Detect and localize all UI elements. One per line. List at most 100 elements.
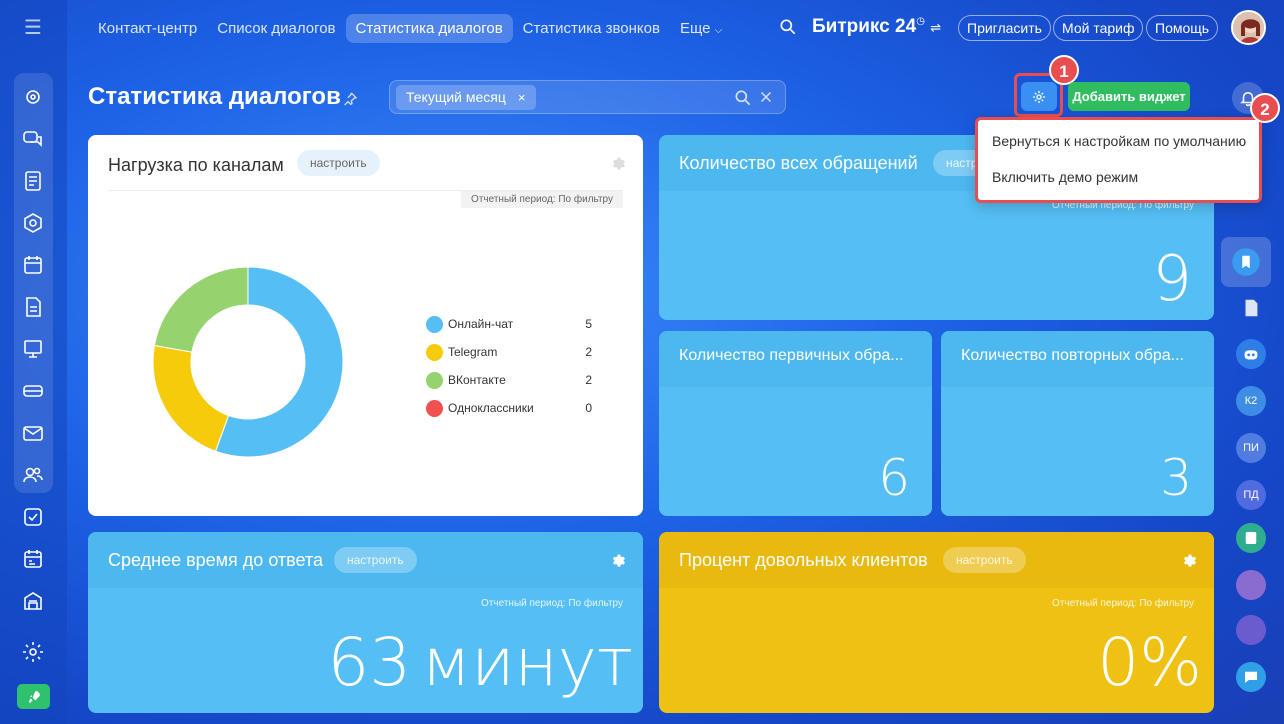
- document-icon[interactable]: [1236, 293, 1266, 323]
- report-period: Отчетный период: По фильтру: [1052, 598, 1194, 609]
- first-requests-value: 6: [878, 449, 910, 507]
- hamburger-menu-icon[interactable]: ☰: [22, 17, 44, 39]
- tab-more[interactable]: Еще ⌵: [670, 14, 732, 43]
- bookmark-icon[interactable]: [1221, 237, 1271, 287]
- presentation-icon[interactable]: [21, 337, 45, 361]
- user-avatar[interactable]: [1236, 570, 1266, 600]
- configure-button[interactable]: настроить: [334, 547, 417, 573]
- add-widget-button[interactable]: Добавить виджет: [1068, 82, 1190, 111]
- legend-swatch: [426, 344, 443, 361]
- top-navigation: Контакт-центр Список диалогов Статистика…: [88, 12, 732, 44]
- user-k2-avatar[interactable]: К2: [1236, 386, 1266, 416]
- chat-bubble-icon[interactable]: [1236, 662, 1266, 692]
- tab-more-label: Еще: [679, 19, 711, 37]
- gear-icon[interactable]: [610, 552, 626, 568]
- chat-icon[interactable]: [21, 127, 45, 151]
- donut-slice-1[interactable]: [152, 344, 230, 452]
- gear-icon[interactable]: [1181, 552, 1197, 568]
- widget-title: Среднее время до ответа: [108, 550, 323, 570]
- schedule-icon[interactable]: [21, 547, 45, 571]
- help-button[interactable]: Помощь: [1146, 15, 1219, 41]
- tab-dialog-list[interactable]: Список диалогов: [207, 14, 345, 43]
- user-pi-avatar[interactable]: ПИ: [1236, 433, 1266, 463]
- widget-satisfied-clients: Процент довольных клиентов настроить Отч…: [659, 532, 1214, 713]
- legend-value: 5: [585, 317, 592, 331]
- invite-button[interactable]: Пригласить: [958, 15, 1051, 41]
- configure-button[interactable]: настроить: [297, 150, 380, 176]
- legend-label: Одноклассники: [448, 401, 534, 415]
- response-time-number: 63: [327, 624, 412, 701]
- avatar[interactable]: [1231, 10, 1266, 45]
- users-icon[interactable]: [21, 463, 45, 487]
- search-icon[interactable]: [778, 17, 798, 37]
- widget-title: Нагрузка по каналам: [108, 155, 284, 175]
- filter-search-box[interactable]: Текущий месяц ×: [389, 80, 786, 114]
- mail-icon[interactable]: [21, 421, 45, 445]
- repeat-requests-value: 3: [1160, 449, 1192, 507]
- filter-chip[interactable]: Текущий месяц ×: [396, 85, 536, 110]
- storage-icon[interactable]: [21, 379, 45, 403]
- contact-center-icon[interactable]: [21, 85, 45, 109]
- response-time-unit: минут: [421, 624, 633, 701]
- widget-repeat-requests: Количество повторных обра... 3: [941, 331, 1214, 516]
- settings-dropdown: Вернуться к настройкам по умолчанию Вклю…: [975, 117, 1262, 203]
- search-icon[interactable]: [733, 88, 753, 113]
- calendar-icon[interactable]: [21, 253, 45, 277]
- legend-swatch: [426, 316, 443, 333]
- robot-icon[interactable]: [1236, 339, 1266, 369]
- clear-icon[interactable]: [757, 88, 775, 113]
- close-icon[interactable]: ×: [518, 90, 526, 105]
- user-avatar[interactable]: [1236, 615, 1266, 645]
- file-icon[interactable]: [21, 295, 45, 319]
- rocket-button[interactable]: [17, 684, 50, 709]
- widget-response-time: Среднее время до ответа настроить Отчетн…: [88, 532, 643, 713]
- sliders-icon: ⇌: [930, 20, 942, 35]
- legend-value: 2: [585, 345, 592, 359]
- pin-icon[interactable]: [342, 91, 358, 107]
- legend-label: Онлайн-чат: [448, 317, 514, 331]
- reset-defaults-item[interactable]: Вернуться к настройкам по умолчанию: [992, 133, 1246, 149]
- legend-value: 2: [585, 373, 592, 387]
- brand-name: Битрикс: [812, 16, 890, 37]
- right-sidebar: К2 ПИ ПД: [1217, 120, 1284, 724]
- legend-row-vkontakte: ВКонтакте 2: [426, 372, 596, 400]
- brand-logo[interactable]: Битрикс 24◷ ⇌: [812, 16, 941, 38]
- step-badge-2: 2: [1250, 93, 1280, 123]
- filter-chip-label: Текущий месяц: [406, 89, 506, 105]
- report-period: Отчетный период: По фильтру: [481, 598, 623, 609]
- chevron-down-icon: ⌵: [714, 24, 723, 36]
- gear-icon[interactable]: [610, 155, 626, 171]
- enable-demo-item[interactable]: Включить демо режим: [992, 169, 1138, 185]
- user-pd-avatar[interactable]: ПД: [1236, 480, 1266, 510]
- donut-slice-2[interactable]: [153, 266, 249, 353]
- satisfied-value: 0%: [1097, 624, 1202, 701]
- document-list-icon[interactable]: [21, 169, 45, 193]
- step-badge-1: 1: [1049, 55, 1079, 85]
- store-icon[interactable]: [21, 589, 45, 613]
- all-requests-value: 9: [1152, 242, 1192, 315]
- settings-button[interactable]: [1021, 82, 1057, 111]
- widget-title: Количество всех обращений: [679, 153, 918, 173]
- settings-icon[interactable]: [21, 640, 45, 664]
- widget-title: Количество повторных обра...: [961, 347, 1184, 364]
- tasks-icon[interactable]: [21, 505, 45, 529]
- my-tariff-button[interactable]: Мой тариф: [1053, 15, 1144, 41]
- tab-contact-center[interactable]: Контакт-центр: [88, 14, 207, 43]
- page-title: Статистика диалогов: [88, 83, 341, 110]
- configure-button[interactable]: настроить: [943, 547, 1026, 573]
- legend-swatch: [426, 372, 443, 389]
- legend-swatch: [426, 400, 443, 417]
- widget-first-requests: Количество первичных обра... 6: [659, 331, 932, 516]
- legend-label: ВКонтакте: [448, 373, 506, 387]
- legend-row-online-chat: Онлайн-чат 5: [426, 316, 596, 344]
- legend-value: 0: [585, 401, 592, 415]
- clock-icon: ◷: [916, 16, 925, 27]
- hexagon-icon[interactable]: [21, 211, 45, 235]
- legend-row-telegram: Telegram 2: [426, 344, 596, 372]
- legend-row-odnoklassniki: Одноклассники 0: [426, 400, 596, 428]
- brand-number: 24: [895, 16, 917, 37]
- tab-call-stats[interactable]: Статистика звонков: [513, 14, 670, 43]
- tab-dialog-stats[interactable]: Статистика диалогов: [345, 13, 513, 43]
- notes-icon[interactable]: [1236, 523, 1266, 553]
- widget-title: Количество первичных обра...: [679, 347, 904, 364]
